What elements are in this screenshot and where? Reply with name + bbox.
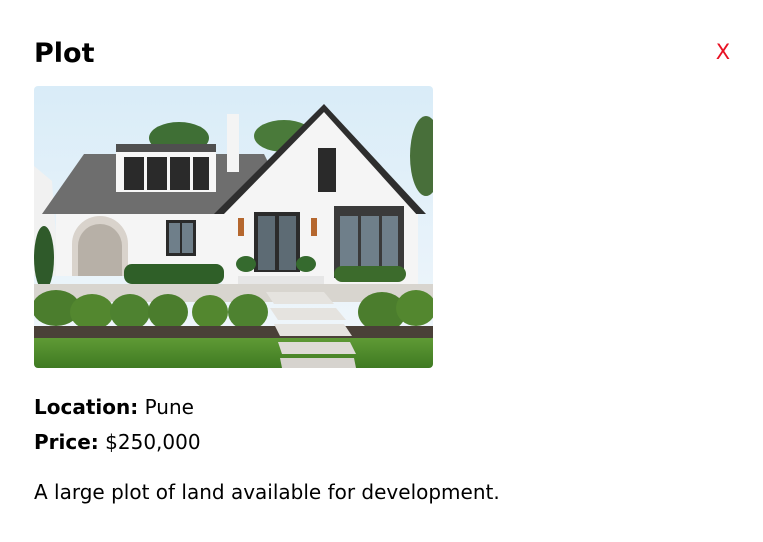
location-label: Location: (34, 395, 139, 419)
location-value: Pune (144, 395, 194, 419)
close-button[interactable]: X (711, 38, 735, 66)
location-row: Location: Pune (34, 393, 194, 421)
price-label: Price: (34, 430, 99, 454)
property-modal: Plot X Location: Pune Price: $250,000 A … (0, 0, 763, 542)
modal-title: Plot (34, 38, 95, 69)
price-value: $250,000 (105, 430, 201, 454)
property-image (34, 86, 433, 368)
price-row: Price: $250,000 (34, 428, 201, 456)
description: A large plot of land available for devel… (34, 480, 500, 504)
